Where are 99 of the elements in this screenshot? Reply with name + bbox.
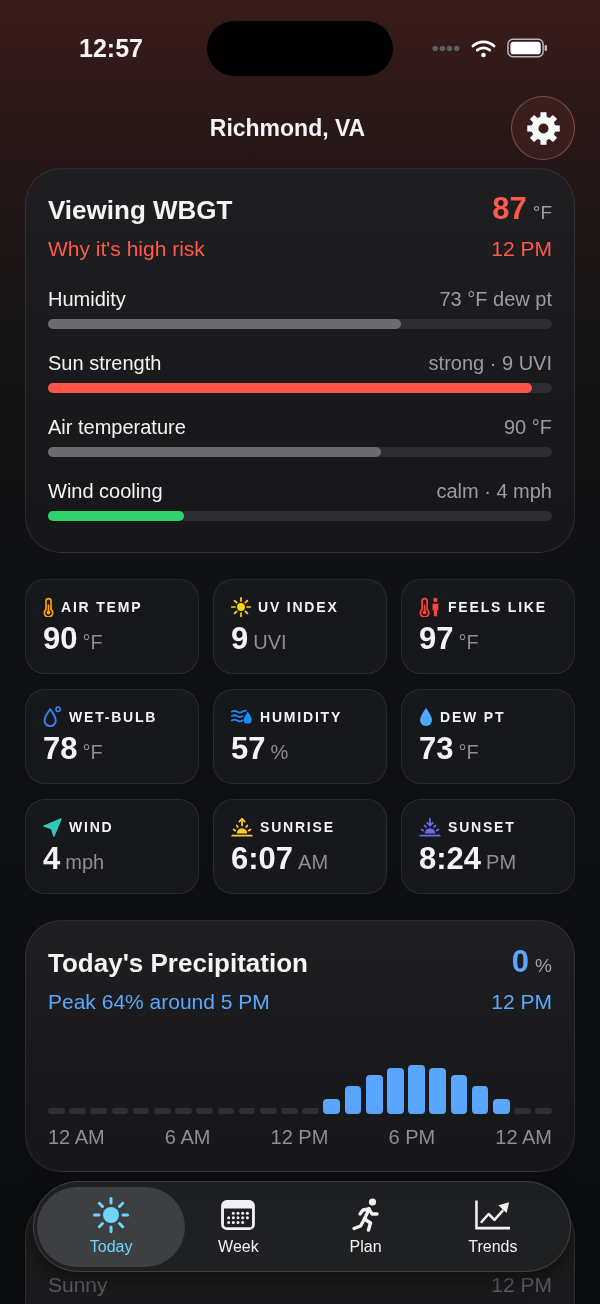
metric-value: 8:24 xyxy=(419,842,482,876)
axis-label: 12 AM xyxy=(48,1125,105,1149)
metric-label: WIND xyxy=(69,818,114,836)
wbgt-title: Viewing WBGT xyxy=(48,195,233,225)
precipitation-time: 12 PM xyxy=(491,989,552,1015)
metric-unit: UVI xyxy=(253,631,287,654)
metric-label: SUNSET xyxy=(448,818,516,836)
no-precipitation-dash xyxy=(535,1108,552,1114)
location-arrow-icon xyxy=(43,817,62,837)
sunrise-icon xyxy=(231,817,253,837)
no-precipitation-dash xyxy=(48,1108,65,1114)
precipitation-bar xyxy=(365,1074,383,1114)
axis-label: 12 AM xyxy=(495,1125,552,1149)
metric-value: 90 xyxy=(43,622,78,656)
precipitation-value: 0 xyxy=(511,947,530,977)
sun-icon xyxy=(93,1196,130,1233)
precipitation-bar xyxy=(450,1074,468,1114)
calendar-icon xyxy=(221,1199,256,1230)
factor-reading: strong · 9 UVI xyxy=(428,351,552,375)
precipitation-bar xyxy=(429,1067,447,1114)
metric-value: 6:07 xyxy=(231,842,294,876)
no-precipitation-dash xyxy=(302,1108,319,1114)
metric-label: FEELS LIKE xyxy=(448,598,547,616)
precipitation-title: Today's Precipitation xyxy=(48,948,308,978)
runner-icon xyxy=(351,1197,381,1232)
wifi-icon xyxy=(471,38,496,58)
tab-button[interactable]: Week xyxy=(210,1192,267,1261)
metric-value: 73 xyxy=(419,732,454,766)
metric-unit: °F xyxy=(458,741,479,764)
metric-unit: °F xyxy=(82,631,103,654)
location-title: Richmond, VA xyxy=(209,114,366,142)
battery-icon xyxy=(507,38,548,58)
metric-unit: °F xyxy=(458,631,479,654)
no-precipitation-dash xyxy=(175,1108,192,1114)
tab-button[interactable]: Today xyxy=(37,1186,186,1267)
no-precipitation-dash xyxy=(217,1108,235,1114)
factor-reading: 73 °F dew pt xyxy=(439,287,552,311)
axis-label: 6 AM xyxy=(164,1125,211,1149)
sunset-icon xyxy=(419,817,441,837)
factor-label: Sun strength xyxy=(48,351,162,375)
tab-button[interactable]: Plan xyxy=(341,1192,390,1261)
factor-reading: calm · 4 mph xyxy=(436,479,552,503)
sun-icon xyxy=(231,597,251,617)
precipitation-unit: % xyxy=(535,955,552,977)
wbgt-value: 87 xyxy=(492,194,527,224)
no-precipitation-dash xyxy=(153,1108,171,1114)
signal-icon xyxy=(432,44,460,52)
precipitation-bar xyxy=(323,1099,341,1114)
no-precipitation-dash xyxy=(111,1108,129,1114)
no-precipitation-dash xyxy=(69,1108,86,1114)
no-precipitation-dash xyxy=(90,1108,108,1114)
no-precipitation-dash xyxy=(238,1108,256,1114)
precipitation-bar xyxy=(344,1085,362,1114)
no-precipitation-dash xyxy=(514,1108,531,1114)
factor-label: Wind cooling xyxy=(48,479,163,503)
thermometer-person-icon xyxy=(419,597,441,617)
no-precipitation-dash xyxy=(132,1108,150,1114)
tab-button[interactable]: Trends xyxy=(460,1192,526,1261)
no-precipitation-dash xyxy=(259,1108,277,1114)
metric-value: 9 xyxy=(231,622,249,656)
metric-label: SUNRISE xyxy=(260,818,335,836)
risk-heading: Why it's high risk xyxy=(48,236,205,262)
metric-label: WET-BULB xyxy=(69,708,158,726)
precipitation-bar xyxy=(492,1099,510,1114)
axis-label: 12 PM xyxy=(270,1125,329,1149)
metric-label: HUMIDITY xyxy=(260,708,343,726)
metric-label: UV INDEX xyxy=(258,598,339,616)
conditions-time: 12 PM xyxy=(491,1272,552,1298)
status-time: 12:57 xyxy=(79,33,143,63)
factor-reading: 90 °F xyxy=(503,415,552,439)
drop-outline-icon xyxy=(43,706,62,728)
drop-icon xyxy=(419,707,433,727)
thermometer-icon xyxy=(43,597,54,617)
precipitation-peak: Peak 64% around 5 PM xyxy=(48,989,270,1015)
precipitation-bar xyxy=(408,1065,425,1114)
wbgt-unit: °F xyxy=(532,202,552,224)
settings-icon xyxy=(526,111,560,145)
metric-label: AIR TEMP xyxy=(61,598,143,616)
metric-unit: mph xyxy=(65,851,105,874)
factor-label: Air temperature xyxy=(48,415,186,439)
no-precipitation-dash xyxy=(196,1108,213,1114)
metric-value: 4 xyxy=(43,842,61,876)
no-precipitation-dash xyxy=(281,1108,298,1114)
wbgt-time: 12 PM xyxy=(491,236,552,262)
precipitation-bar xyxy=(387,1067,404,1114)
metric-unit: AM xyxy=(298,851,329,874)
factor-label: Humidity xyxy=(48,287,126,311)
waves-drop-icon xyxy=(231,708,253,726)
metric-unit: % xyxy=(270,741,289,764)
axis-label: 6 PM xyxy=(388,1125,436,1149)
trend-chart-icon xyxy=(474,1199,511,1230)
metric-label: DEW PT xyxy=(440,708,506,726)
metric-unit: °F xyxy=(82,741,103,764)
metric-value: 78 xyxy=(43,732,78,766)
metric-unit: PM xyxy=(486,851,517,874)
conditions-summary: Sunny xyxy=(48,1272,108,1298)
precipitation-bar xyxy=(471,1085,489,1114)
metric-value: 97 xyxy=(419,622,454,656)
metric-value: 57 xyxy=(231,732,266,766)
